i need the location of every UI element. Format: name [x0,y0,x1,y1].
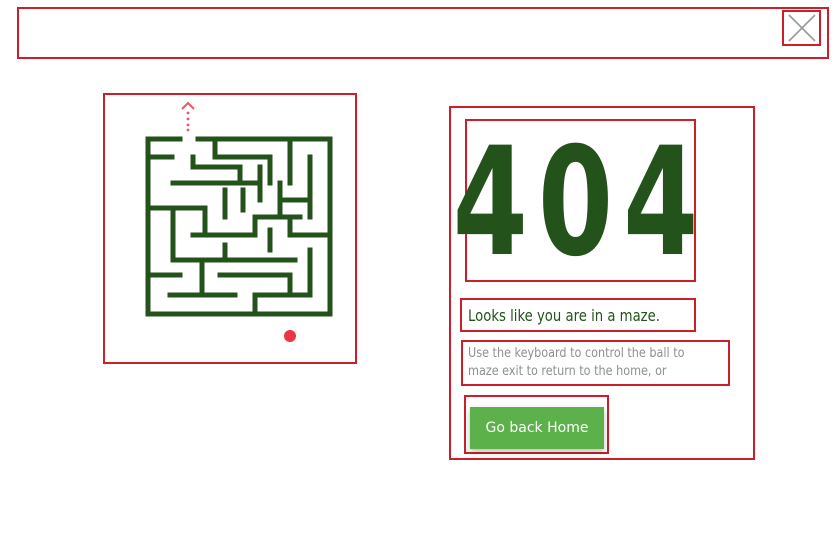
ball-icon[interactable] [284,330,296,342]
close-button[interactable] [782,10,821,46]
error-heading-box: Looks like you are in a maze. [460,298,696,332]
error-description-line-2: maze exit to return to the home, or [468,364,667,379]
home-button-box: Go back Home [464,395,609,454]
maze-panel[interactable] [103,93,357,364]
close-icon [787,14,816,42]
error-heading: Looks like you are in a maze. [468,305,660,325]
error-code-box: 404 [453,119,698,282]
maze-walls [145,136,333,317]
error-description-box: Use the keyboard to control the ball to … [461,340,730,386]
error-description-line-1: Use the keyboard to control the ball to [468,346,685,361]
top-bar [17,7,829,59]
go-back-home-button[interactable]: Go back Home [470,407,604,449]
error-code: 404 [452,115,709,290]
page: 404 Looks like you are in a maze. Use th… [0,0,835,543]
exit-arrow-icon [181,101,195,132]
maze-board[interactable] [105,95,359,366]
